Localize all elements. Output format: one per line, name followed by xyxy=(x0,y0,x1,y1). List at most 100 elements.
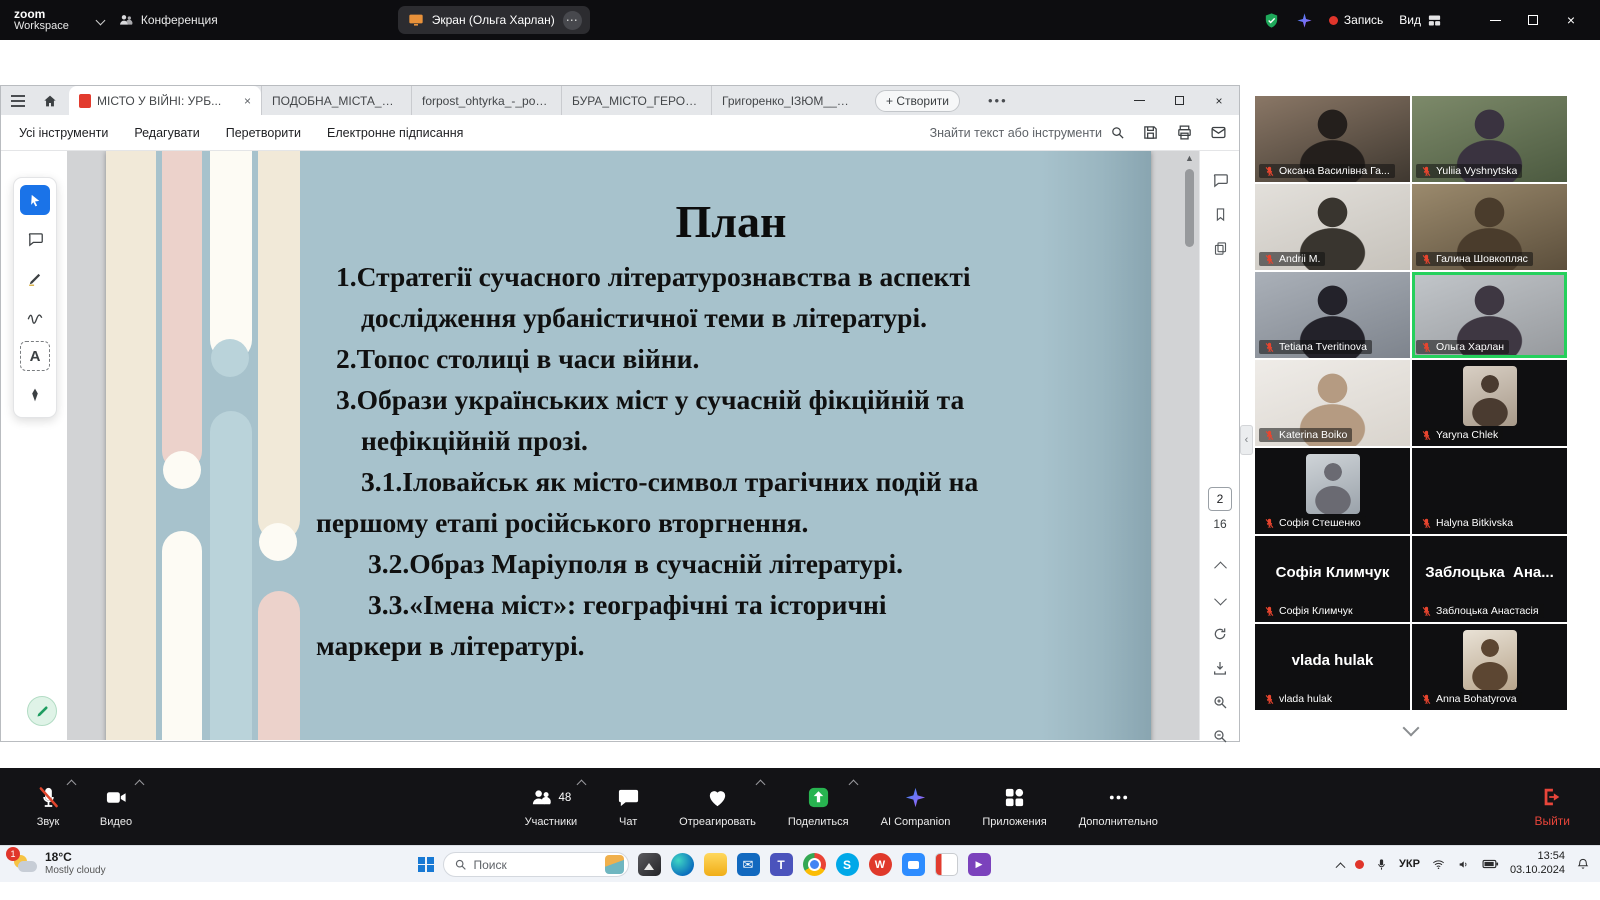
find-tools-button[interactable]: Знайти текст або інструменти xyxy=(930,125,1125,140)
participant-tile[interactable]: Andrii M. xyxy=(1255,184,1410,270)
mail-icon[interactable] xyxy=(1210,124,1227,141)
w-app-icon[interactable] xyxy=(869,853,892,876)
menu-item[interactable]: Електронне підписання xyxy=(327,126,463,140)
gallery-icon[interactable] xyxy=(638,853,661,876)
zoom-icon[interactable] xyxy=(902,853,925,876)
pdf-document-area[interactable]: План 1.Стратегії сучасного літературозна… xyxy=(67,151,1199,740)
tab-close-icon[interactable]: × xyxy=(244,94,251,108)
wifi-icon[interactable] xyxy=(1431,858,1446,871)
start-button[interactable] xyxy=(418,857,434,873)
menu-chevron-icon[interactable] xyxy=(135,779,145,789)
zoom-close-button[interactable]: × xyxy=(1552,0,1590,40)
fill-sign-tool-button[interactable] xyxy=(20,380,50,410)
taskbar-search[interactable]: Поиск xyxy=(443,852,629,877)
participant-tile[interactable]: vlada hulakvlada hulak xyxy=(1255,624,1410,710)
weather-widget[interactable]: 1 18°C Mostly cloudy xyxy=(8,851,178,876)
menu-chevron-icon[interactable] xyxy=(577,779,587,789)
leave-button[interactable]: Выйти xyxy=(1534,786,1570,828)
notifications-bell-icon[interactable] xyxy=(1576,857,1590,871)
participant-tile[interactable]: Софія КлимчукСофія Климчук xyxy=(1255,536,1410,622)
share-button[interactable]: Поделиться xyxy=(775,775,862,839)
print-icon[interactable] xyxy=(1176,124,1193,141)
pdf-tab[interactable]: ПОДОБНА_МІСТА_ЖИ... xyxy=(261,86,411,115)
participant-tile[interactable]: Anna Bohatyrova xyxy=(1412,624,1567,710)
file-explorer-icon[interactable] xyxy=(704,853,727,876)
menu-item[interactable]: Усі інструменти xyxy=(19,126,108,140)
zoom-maximize-button[interactable] xyxy=(1514,0,1552,40)
bookmarks-panel-icon[interactable] xyxy=(1200,197,1240,231)
teams-icon[interactable] xyxy=(770,853,793,876)
document-app-icon[interactable] xyxy=(935,853,958,876)
edit-pencil-button[interactable] xyxy=(27,696,57,726)
tray-chevron-up-icon[interactable] xyxy=(1337,861,1344,868)
workspace-chevron-icon[interactable] xyxy=(95,15,105,25)
tray-mic-icon[interactable] xyxy=(1375,858,1388,871)
zoom-out-icon[interactable] xyxy=(1200,719,1240,753)
pdf-maximize-button[interactable] xyxy=(1159,86,1199,115)
pdf-tab[interactable]: БУРА_МІСТО_ГЕРОЙ_... xyxy=(561,86,711,115)
participant-tile[interactable]: Halyna Bitkivska xyxy=(1412,448,1567,534)
previous-page-icon[interactable] xyxy=(1200,549,1240,583)
more-button[interactable]: Дополнительно xyxy=(1066,775,1171,839)
menu-item[interactable]: Редагувати xyxy=(134,126,199,140)
select-tool-button[interactable] xyxy=(20,185,50,215)
meeting-tab[interactable]: Конференция xyxy=(118,12,218,28)
comment-tool-button[interactable] xyxy=(20,224,50,254)
hamburger-menu-icon[interactable] xyxy=(1,100,35,102)
menu-chevron-icon[interactable] xyxy=(848,779,858,789)
recording-status[interactable]: Запись xyxy=(1329,13,1383,27)
draw-tool-button[interactable] xyxy=(20,302,50,332)
clock-widget[interactable]: 13:54 03.10.2024 xyxy=(1510,850,1565,878)
home-icon[interactable] xyxy=(35,93,65,109)
participant-tile[interactable]: Katerina Boiko xyxy=(1255,360,1410,446)
edge-icon[interactable] xyxy=(671,853,694,876)
zoom-in-icon[interactable] xyxy=(1200,685,1240,719)
attachments-panel-icon[interactable] xyxy=(1200,231,1240,265)
mail-icon[interactable] xyxy=(737,853,760,876)
participant-tile[interactable]: Ольга Харлан xyxy=(1412,272,1567,358)
ai-sparkle-icon[interactable] xyxy=(1296,12,1313,29)
battery-icon[interactable] xyxy=(1482,858,1499,870)
scrollbar-thumb[interactable] xyxy=(1185,169,1194,247)
pdf-minimize-button[interactable] xyxy=(1119,86,1159,115)
ai-button[interactable]: AI Companion xyxy=(868,775,964,839)
participants-more-button[interactable] xyxy=(1255,722,1567,734)
highlight-tool-button[interactable] xyxy=(20,263,50,293)
tabbar-more-icon[interactable]: ••• xyxy=(988,93,1008,108)
recording-indicator-icon[interactable] xyxy=(1355,860,1364,869)
current-page-input[interactable]: 2 xyxy=(1208,487,1232,511)
participant-tile[interactable]: Yuliia Vyshnytska xyxy=(1412,96,1567,182)
participant-tile[interactable]: Галина Шовкопляс xyxy=(1412,184,1567,270)
refresh-icon[interactable] xyxy=(1200,617,1240,651)
add-text-tool-button[interactable]: A xyxy=(20,341,50,371)
menu-chevron-icon[interactable] xyxy=(67,779,77,789)
apps-button[interactable]: Приложения xyxy=(969,775,1059,839)
pdf-tab[interactable]: Григоренко_ІЗЮМ__Хр... xyxy=(711,86,861,115)
participant-tile[interactable]: Софія Стешенко xyxy=(1255,448,1410,534)
participant-tile[interactable]: Yaryna Chlek xyxy=(1412,360,1567,446)
volume-icon[interactable] xyxy=(1457,858,1471,871)
chrome-icon[interactable] xyxy=(803,853,826,876)
view-button[interactable]: Вид xyxy=(1399,13,1442,28)
scroll-up-icon[interactable]: ▲ xyxy=(1183,153,1196,163)
pdf-close-button[interactable]: × xyxy=(1199,86,1239,115)
pdf-tab[interactable]: МІСТО У ВІЙНІ: УРБ...× xyxy=(69,86,261,115)
chat-button[interactable]: Чат xyxy=(596,775,660,839)
create-button[interactable]: + Створити xyxy=(875,90,960,112)
media-app-icon[interactable] xyxy=(968,853,991,876)
menu-item[interactable]: Перетворити xyxy=(226,126,301,140)
screen-share-menu-icon[interactable]: ⋯ xyxy=(563,11,582,30)
participant-tile[interactable]: Оксана Василівна Га... xyxy=(1255,96,1410,182)
skype-icon[interactable] xyxy=(836,853,859,876)
panel-collapse-handle[interactable]: ‹ xyxy=(1240,425,1253,455)
document-scrollbar[interactable]: ▲ xyxy=(1183,153,1196,737)
export-icon[interactable] xyxy=(1200,651,1240,685)
screen-share-tab[interactable]: Экран (Ольга Харлан) ⋯ xyxy=(398,6,590,34)
comments-panel-icon[interactable] xyxy=(1200,163,1240,197)
audio-button[interactable]: Звук xyxy=(16,775,80,839)
participants-button[interactable]: 48Участники xyxy=(512,775,591,839)
participant-tile[interactable]: Tetiana Tveritinova xyxy=(1255,272,1410,358)
react-button[interactable]: Отреагировать xyxy=(666,775,769,839)
menu-chevron-icon[interactable] xyxy=(755,779,765,789)
participant-tile[interactable]: Заблоцька Ана...Заблоцька Анастасія xyxy=(1412,536,1567,622)
